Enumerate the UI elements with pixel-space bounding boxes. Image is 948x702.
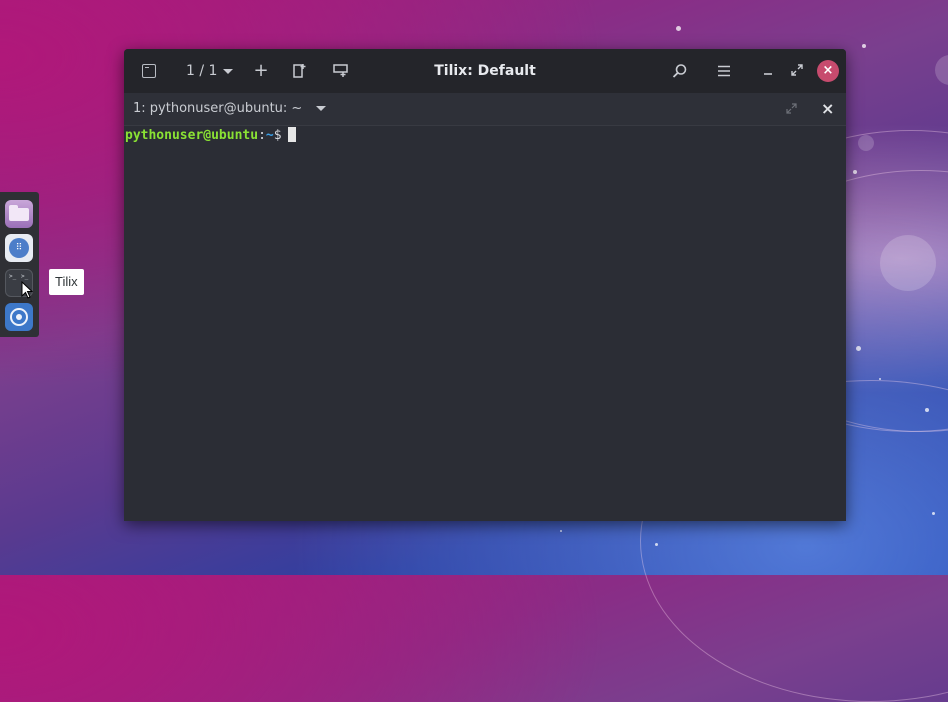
header-bar: 1 / 1 + Tilix: Default × <box>124 49 846 93</box>
hamburger-menu-icon[interactable] <box>717 64 731 78</box>
shell-prompt: pythonuser@ubuntu:~$ <box>125 127 296 145</box>
minimize-icon[interactable] <box>762 64 774 78</box>
terminal-close-icon[interactable]: × <box>821 99 834 119</box>
browser-icon[interactable] <box>5 303 33 331</box>
terminal-maximize-icon[interactable] <box>786 103 797 114</box>
window-title: Tilix: Default <box>434 63 536 79</box>
maximize-icon[interactable] <box>791 64 803 76</box>
window-close-button[interactable]: × <box>817 60 839 82</box>
prompt-separator: : <box>258 128 266 143</box>
dock: ⠿ >_ >_ <box>0 192 39 337</box>
terminal-tab-bar: 1: pythonuser@ubuntu: ~ × <box>124 93 846 126</box>
tilix-window: 1 / 1 + Tilix: Default × 1: pythonuser@u… <box>124 49 846 521</box>
terminal-title[interactable]: 1: pythonuser@ubuntu: ~ <box>133 100 302 118</box>
text-cursor <box>287 127 296 142</box>
terminal-menu-chevron-icon[interactable] <box>316 106 326 111</box>
prompt-path: ~ <box>265 128 274 143</box>
mouse-pointer-icon <box>21 281 33 299</box>
prompt-symbol: $ <box>273 128 282 143</box>
show-applications-icon[interactable]: ⠿ <box>5 234 33 262</box>
terminal-area[interactable]: pythonuser@ubuntu:~$ <box>124 126 846 521</box>
files-icon[interactable] <box>5 200 33 228</box>
search-icon[interactable] <box>672 63 688 79</box>
prompt-user-host: pythonuser@ubuntu <box>125 128 259 143</box>
dock-tooltip: Tilix <box>49 269 84 295</box>
